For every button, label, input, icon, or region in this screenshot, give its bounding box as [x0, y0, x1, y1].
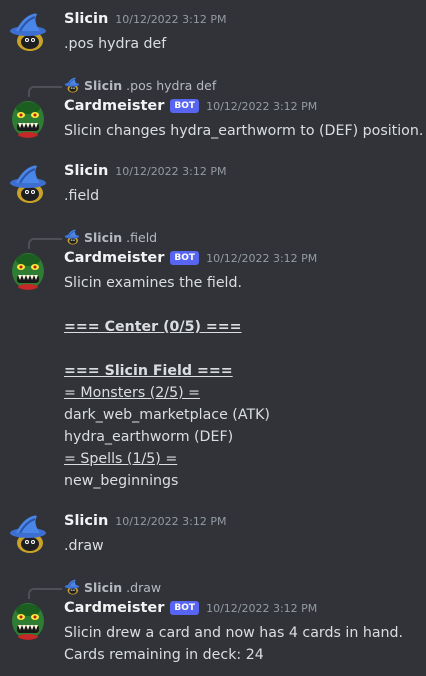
spells-subheading: = Spells (1/5) = — [64, 451, 178, 467]
timestamp[interactable]: 10/12/2022 3:12 PM — [115, 165, 226, 178]
wizard-hat-avatar-icon[interactable] — [8, 12, 48, 52]
field-heading: === Slicin Field === — [64, 363, 233, 379]
timestamp[interactable]: 10/12/2022 3:12 PM — [115, 13, 226, 26]
reply-text: .field — [126, 229, 158, 245]
goblin-avatar-icon[interactable] — [8, 600, 48, 640]
message-header: Slicin 10/12/2022 3:12 PM — [64, 513, 227, 533]
reply-spine — [28, 588, 62, 599]
username[interactable]: Slicin — [64, 513, 108, 529]
center-heading: === Center (0/5) === — [64, 319, 242, 335]
message-line: hydra_earthworm (DEF) — [64, 429, 234, 445]
wizard-hat-avatar-icon — [64, 579, 80, 595]
username[interactable]: Cardmeister — [64, 600, 164, 616]
message-content: Slicin drew a card and now has 4 cards i… — [64, 622, 420, 666]
message-line: Slicin examines the field. — [64, 275, 243, 291]
timestamp[interactable]: 10/12/2022 3:12 PM — [206, 252, 317, 265]
reply-text: .pos hydra def — [126, 77, 217, 93]
message-header: Slicin 10/12/2022 3:12 PM — [64, 163, 227, 183]
timestamp[interactable]: 10/12/2022 3:12 PM — [206, 602, 317, 615]
message-content: Slicin examines the field. === Center (0… — [64, 272, 420, 492]
timestamp[interactable]: 10/12/2022 3:12 PM — [115, 515, 226, 528]
message-header: Cardmeister BOT 10/12/2022 3:12 PM — [64, 600, 317, 620]
wizard-hat-avatar-icon[interactable] — [8, 514, 48, 554]
message-line: new_beginnings — [64, 473, 179, 489]
reply-username: Slicin — [84, 579, 123, 595]
message-line: Slicin changes hydra_earthworm to (DEF) … — [64, 123, 424, 139]
message-line: Slicin drew a card and now has 4 cards i… — [64, 625, 404, 641]
message-line: .draw — [64, 538, 104, 554]
bot-tag: BOT — [170, 251, 200, 265]
message-line: Cards remaining in deck: 24 — [64, 647, 264, 663]
username[interactable]: Slicin — [64, 163, 108, 179]
message-line: .field — [64, 188, 100, 204]
username[interactable]: Cardmeister — [64, 98, 164, 114]
message-header: Slicin 10/12/2022 3:12 PM — [64, 11, 227, 31]
message-line: .pos hydra def — [64, 36, 167, 52]
reply-preview[interactable]: Slicin .draw — [64, 578, 161, 596]
monsters-subheading: = Monsters (2/5) = — [64, 385, 201, 401]
message-feed: Slicin 10/12/2022 3:12 PM .pos hydra def… — [0, 0, 426, 676]
wizard-hat-avatar-icon — [64, 229, 80, 245]
wizard-hat-avatar-icon[interactable] — [8, 164, 48, 204]
message-line — [64, 294, 420, 316]
message-content: Slicin changes hydra_earthworm to (DEF) … — [64, 120, 424, 142]
username[interactable]: Cardmeister — [64, 250, 164, 266]
message-content: .pos hydra def — [64, 33, 420, 55]
message-line — [64, 338, 420, 360]
reply-username: Slicin — [84, 229, 123, 245]
username[interactable]: Slicin — [64, 11, 108, 27]
message-content: .draw — [64, 535, 420, 557]
goblin-avatar-icon[interactable] — [8, 250, 48, 290]
message-line: dark_web_marketplace (ATK) — [64, 407, 270, 423]
bot-tag: BOT — [170, 99, 200, 113]
goblin-avatar-icon[interactable] — [8, 98, 48, 138]
reply-spine — [28, 238, 62, 249]
reply-username: Slicin — [84, 77, 123, 93]
message-header: Cardmeister BOT 10/12/2022 3:12 PM — [64, 98, 317, 118]
timestamp[interactable]: 10/12/2022 3:12 PM — [206, 100, 317, 113]
message-content: .field — [64, 185, 420, 207]
bot-tag: BOT — [170, 601, 200, 615]
wizard-hat-avatar-icon — [64, 77, 80, 93]
reply-spine — [28, 86, 62, 97]
reply-preview[interactable]: Slicin .pos hydra def — [64, 76, 216, 94]
message-header: Cardmeister BOT 10/12/2022 3:12 PM — [64, 250, 317, 270]
reply-preview[interactable]: Slicin .field — [64, 228, 157, 246]
reply-text: .draw — [126, 579, 162, 595]
